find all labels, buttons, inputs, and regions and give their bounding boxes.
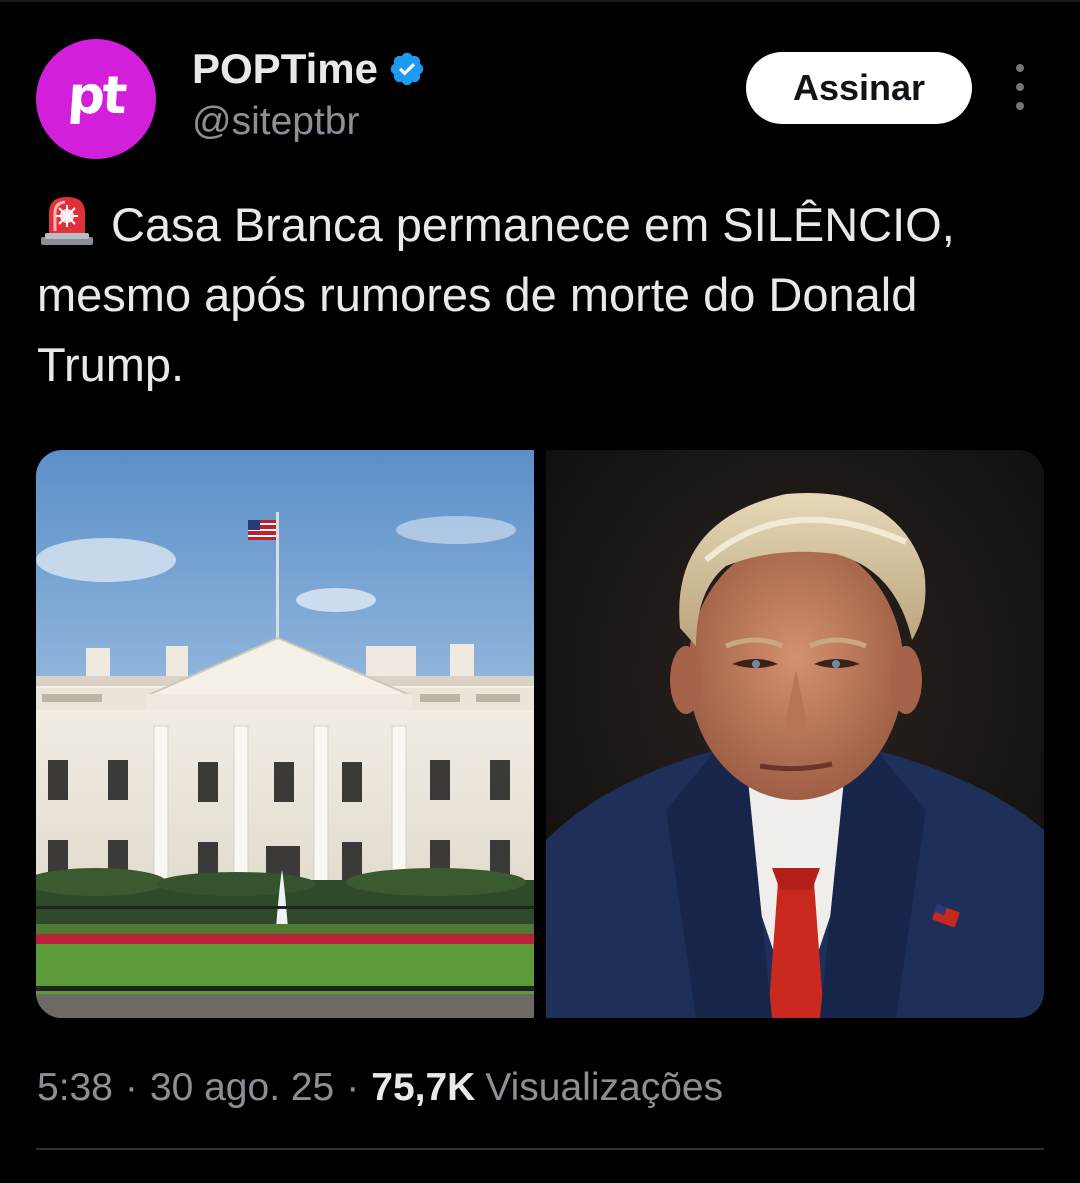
media-grid (36, 450, 1044, 1018)
tweet-text: Casa Branca permanece em SILÊNCIO, mesmo… (37, 198, 955, 391)
police-siren-icon (37, 191, 97, 247)
tweet-text-block: Casa Branca permanece em SILÊNCIO, mesmo… (37, 190, 1037, 400)
more-vertical-icon[interactable] (1004, 64, 1036, 110)
meta-separator: · (124, 1066, 138, 1109)
subscribe-button[interactable]: Assinar (746, 52, 972, 124)
tweet-time[interactable]: 5:38 (37, 1066, 113, 1110)
top-divider (0, 0, 1080, 2)
views-label: Visualizações (485, 1066, 724, 1109)
author-handle[interactable]: @siteptbr (192, 100, 359, 144)
portrait-photo[interactable] (546, 450, 1044, 1018)
avatar-logo-text: pt (65, 66, 127, 126)
white-house-photo[interactable] (36, 450, 534, 1018)
tweet-meta: 5:38 · 30 ago. 25 · 75,7K Visualizações (37, 1060, 723, 1116)
tweet-date[interactable]: 30 ago. 25 (150, 1066, 334, 1110)
bottom-divider (36, 1148, 1044, 1150)
avatar[interactable]: pt (36, 39, 156, 159)
verified-badge-icon (388, 50, 426, 88)
author-name-row: POPTime (192, 44, 426, 94)
meta-separator: · (346, 1066, 360, 1109)
author-display-name[interactable]: POPTime (192, 45, 378, 93)
views-count: 75,7K (371, 1066, 476, 1109)
